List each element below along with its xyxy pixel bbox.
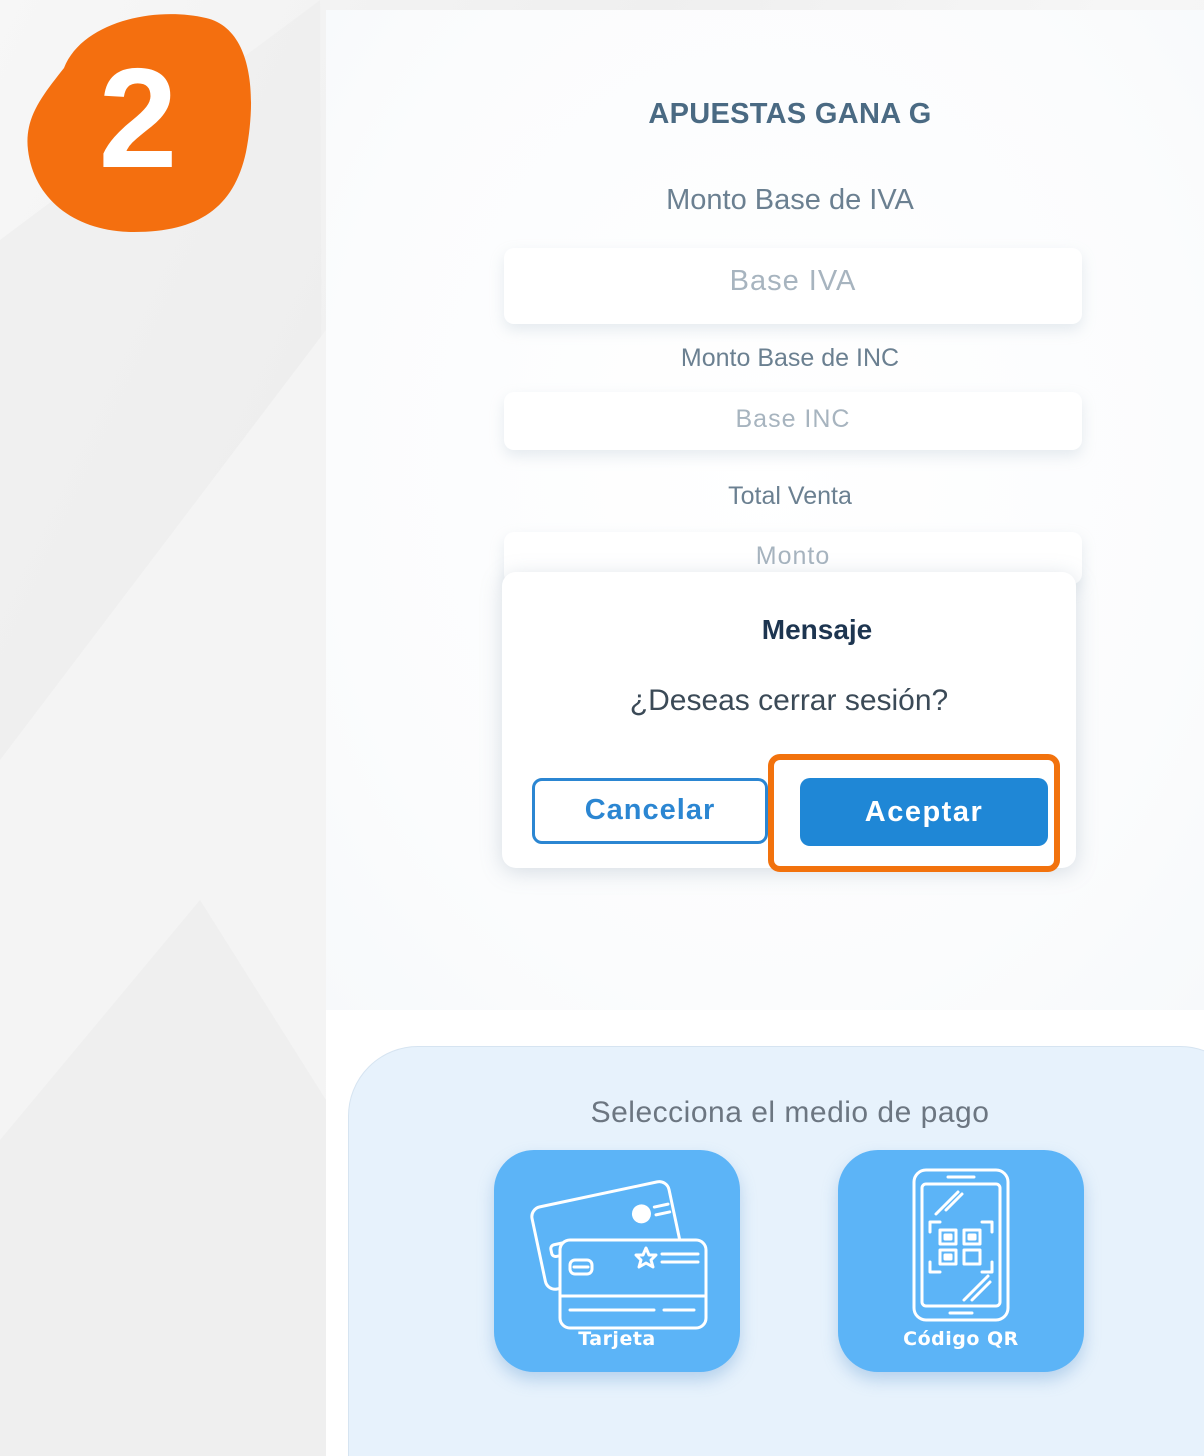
- qr-payment-label: Código QR: [903, 1328, 1019, 1350]
- qr-payment-button[interactable]: Código QR: [838, 1150, 1084, 1372]
- card-payment-label: Tarjeta: [578, 1328, 656, 1350]
- dialog-message: ¿Deseas cerrar sesión?: [629, 684, 949, 717]
- dialog-title: Mensaje: [761, 614, 873, 645]
- phone-screen: APUESTAS GANA G Monto Base de IVA Base I…: [326, 10, 1204, 1456]
- iva-base-label: Monto Base de IVA: [666, 184, 914, 216]
- accept-highlight-box: [768, 754, 1060, 872]
- inc-base-label: Monto Base de INC: [680, 344, 900, 372]
- total-sale-label: Total Venta: [728, 482, 852, 510]
- step-number: 2: [98, 39, 178, 198]
- payment-title: Selecciona el medio de pago: [590, 1096, 990, 1129]
- company-name: APUESTAS GANA G: [648, 98, 932, 130]
- inc-base-input[interactable]: Base INC: [504, 392, 1082, 450]
- iva-base-input[interactable]: Base IVA: [504, 248, 1082, 324]
- cancel-button[interactable]: Cancelar: [532, 778, 768, 844]
- step-badge: 2: [24, 10, 252, 234]
- card-payment-button[interactable]: Tarjeta: [494, 1150, 740, 1372]
